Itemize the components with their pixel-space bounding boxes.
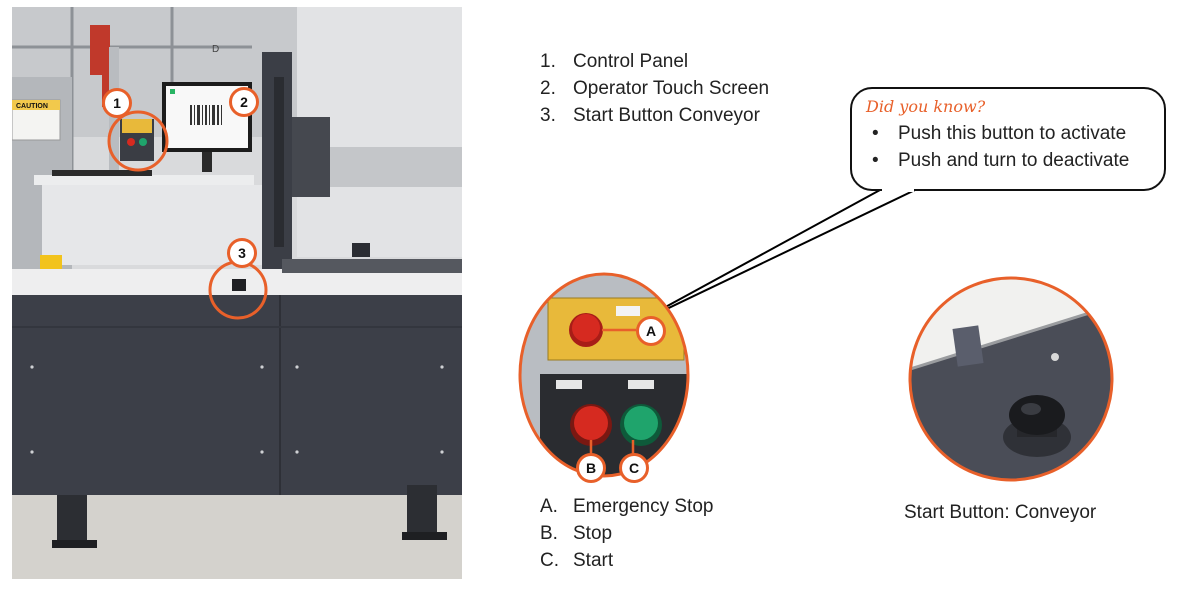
badge-b: B <box>576 453 606 483</box>
callout-title: Did you know? <box>866 97 986 116</box>
start-button <box>624 406 658 440</box>
legend-item: C. Start <box>540 550 614 571</box>
svg-text:B: B <box>586 460 596 476</box>
badge-a: A <box>636 316 666 346</box>
callout-bullet: Push and turn to deactivate <box>866 147 1154 174</box>
conveyor-button-closeup <box>908 276 1114 482</box>
legend-item: B. Stop <box>540 523 613 544</box>
svg-text:A: A <box>646 323 656 339</box>
conveyor-caption: Start Button: Conveyor <box>904 502 1097 523</box>
stop-button <box>574 406 608 440</box>
callout-bullet: Push this button to activate <box>866 120 1154 147</box>
emergency-stop-button <box>572 314 600 342</box>
control-panel-closeup <box>518 272 690 478</box>
badge-c: C <box>619 453 649 483</box>
callout-bullets: Push this button to activate Push and tu… <box>866 120 1154 174</box>
lettered-legend: A. Emergency Stop B. Stop C. Start <box>540 493 713 574</box>
legend-item: A. Emergency Stop <box>540 496 714 517</box>
svg-text:C: C <box>629 460 639 476</box>
conveyor-start-button <box>1009 395 1065 435</box>
did-you-know-callout: Did you know? Push this button to activa… <box>850 87 1166 191</box>
